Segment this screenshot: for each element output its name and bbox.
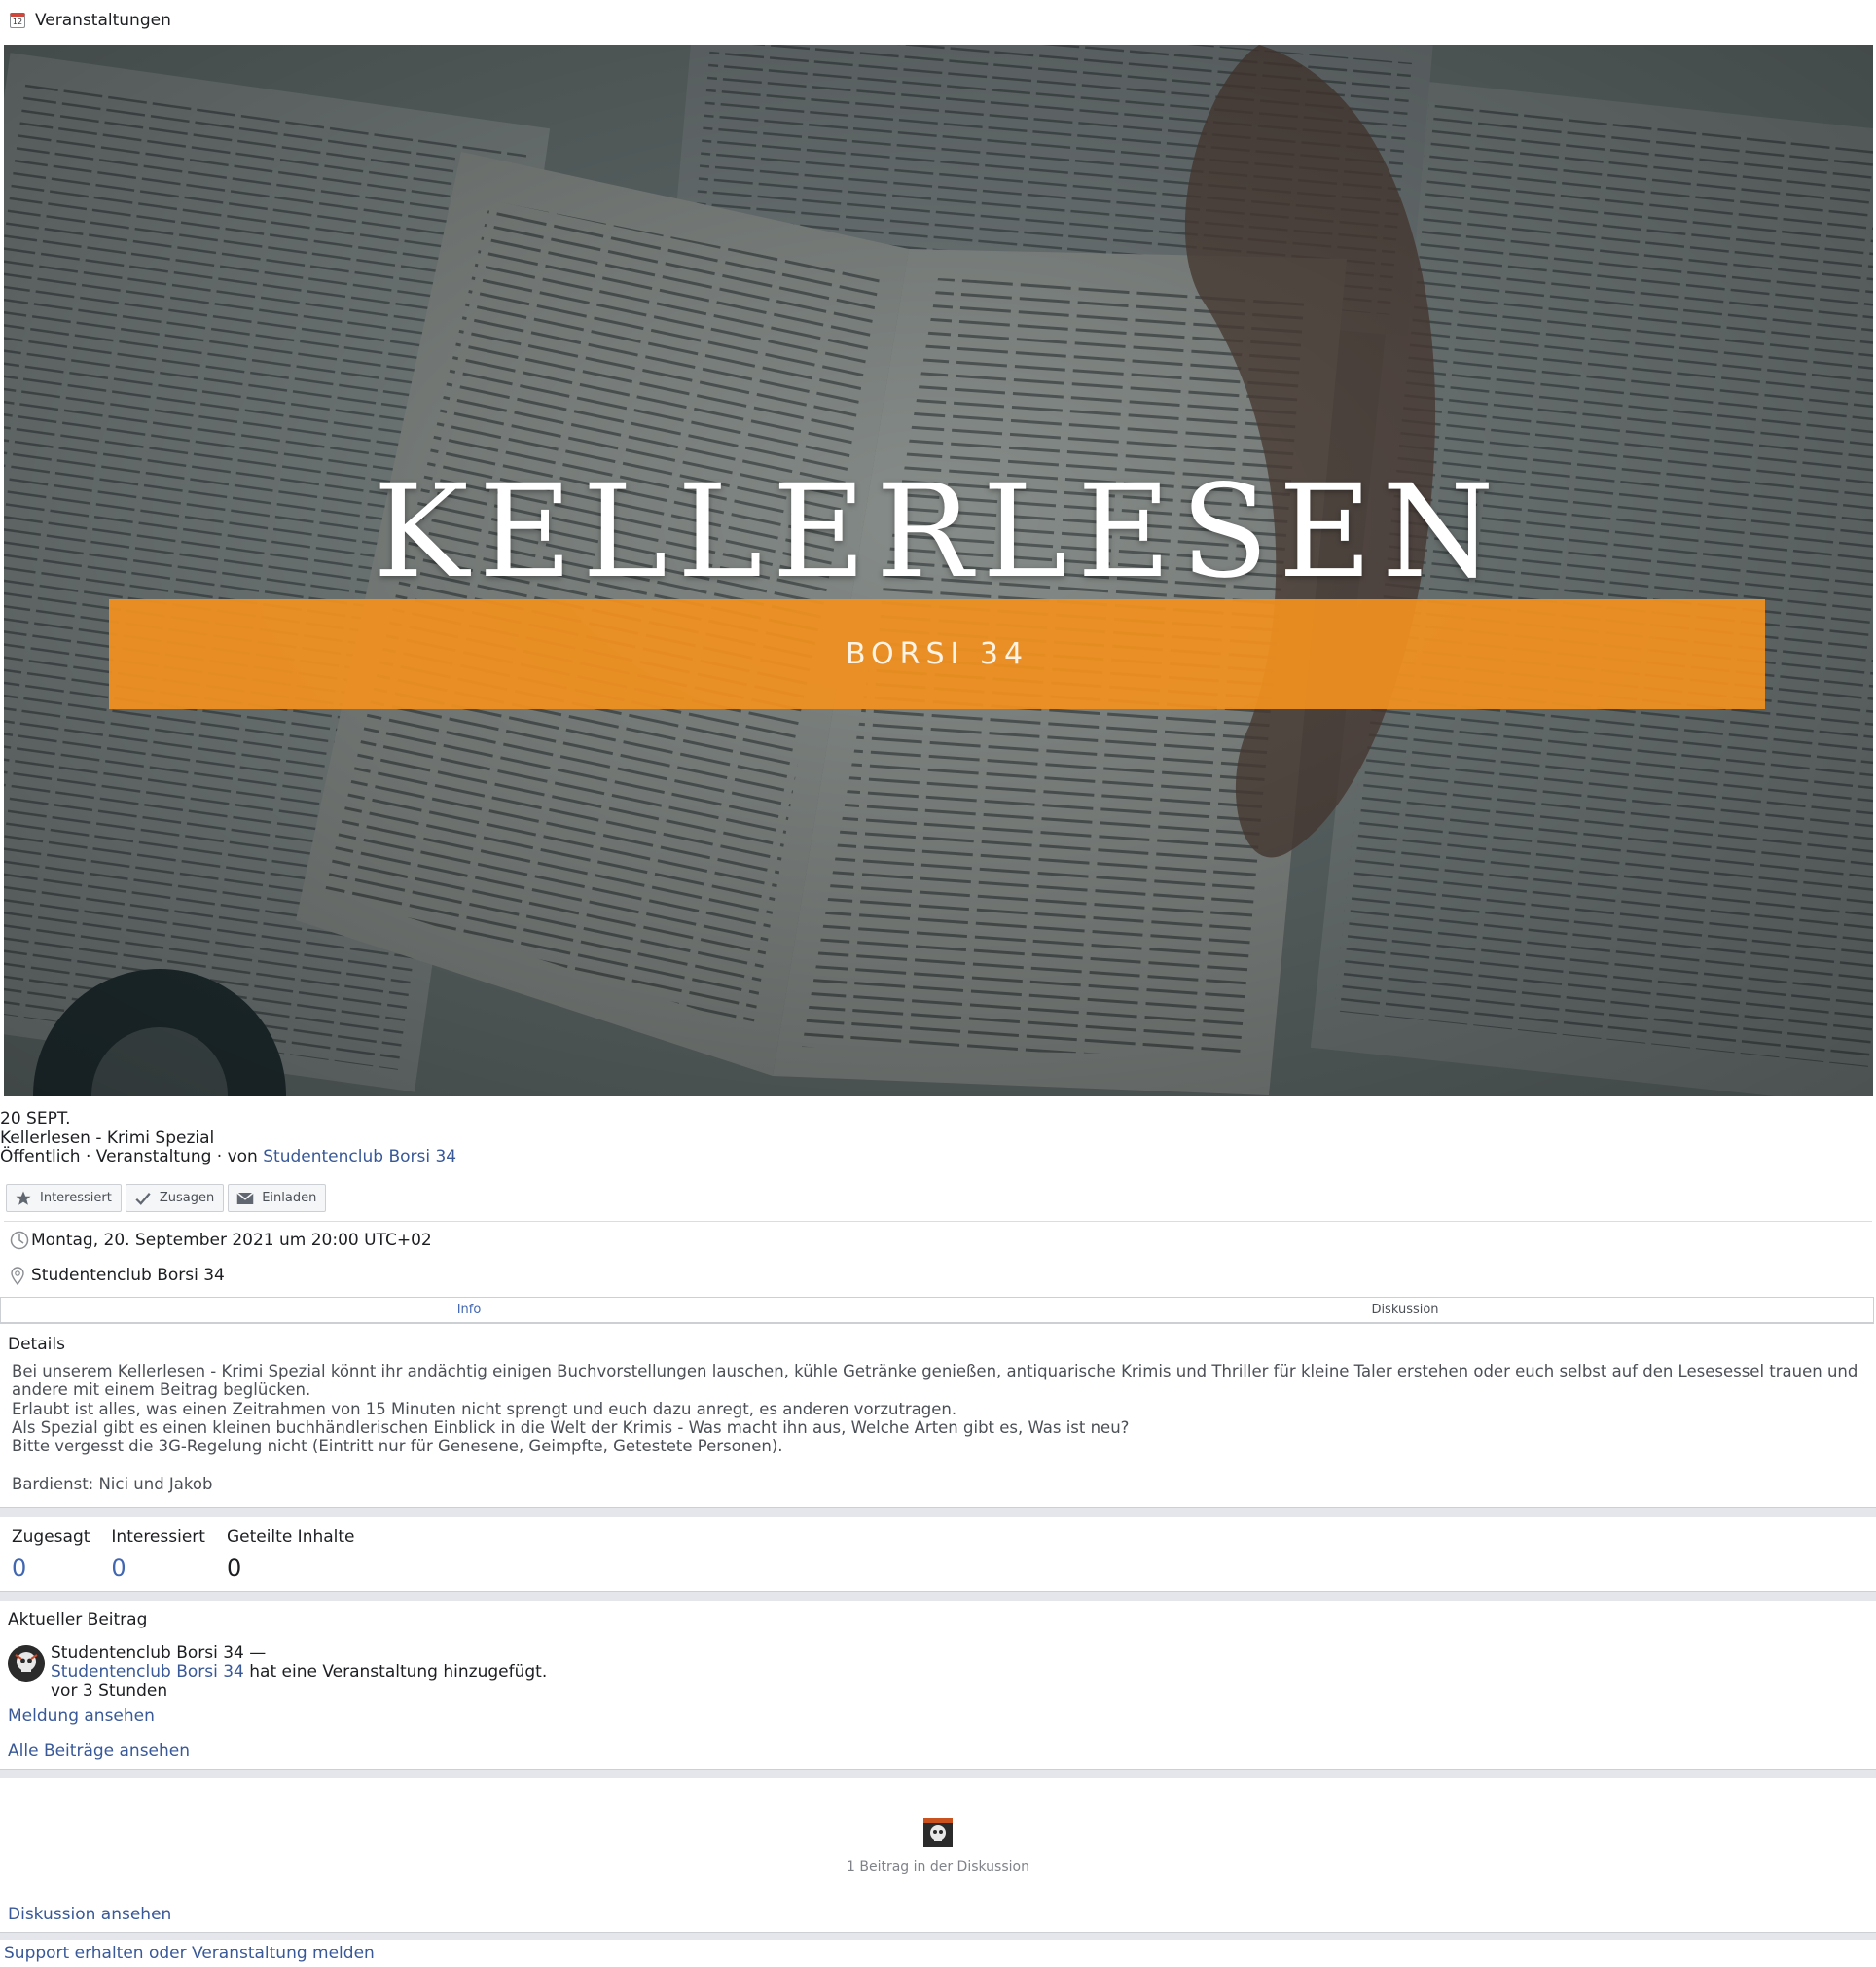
stat-interested-label: Interessiert: [111, 1527, 205, 1547]
stat-going-label: Zugesagt: [12, 1527, 90, 1547]
view-report-link[interactable]: Meldung ansehen: [8, 1706, 155, 1726]
cover-orange-strip: BORSI 34: [109, 599, 1765, 709]
page-title: Veranstaltungen: [35, 11, 171, 30]
location-pin-icon: [10, 1265, 31, 1286]
interested-button[interactable]: Interessiert: [6, 1184, 122, 1212]
top-bar: 12 Veranstaltungen: [0, 0, 1876, 41]
view-all-posts-link[interactable]: Alle Beiträge ansehen: [8, 1741, 190, 1761]
support-report-link[interactable]: Support erhalten oder Veranstaltung meld…: [4, 1944, 375, 1963]
section-separator: [0, 1507, 1876, 1517]
interested-label: Interessiert: [40, 1191, 112, 1205]
view-discussion-link[interactable]: Diskussion ansehen: [8, 1905, 171, 1924]
post-action-line: Studentenclub Borsi 34 hat eine Veransta…: [51, 1663, 547, 1683]
event-date: 20 SEPT.: [0, 1109, 71, 1128]
page-avatar[interactable]: [8, 1645, 45, 1682]
event-time-row: Montag, 20. September 2021 um 20:00 UTC+…: [10, 1230, 432, 1251]
post-actor-link[interactable]: Studentenclub Borsi 34: [51, 1663, 244, 1682]
star-icon: [15, 1190, 32, 1207]
event-host-link[interactable]: Studentenclub Borsi 34: [263, 1147, 456, 1166]
going-label: Zusagen: [159, 1191, 215, 1205]
event-cover-image: KELLERLESEN BORSI 34: [4, 45, 1873, 1096]
action-buttons: Interessiert Zusagen Einladen: [6, 1184, 327, 1212]
event-location-text: Studentenclub Borsi 34: [31, 1266, 225, 1285]
section-separator: [0, 1769, 1876, 1778]
stat-going[interactable]: Zugesagt 0: [12, 1527, 90, 1582]
stat-shares: Geteilte Inhalte 0: [227, 1527, 355, 1582]
event-location-row: Studentenclub Borsi 34: [10, 1265, 225, 1286]
post-dash: —: [243, 1643, 267, 1663]
discussion-avatar[interactable]: [923, 1818, 953, 1847]
post-timestamp: vor 3 Stunden: [51, 1681, 168, 1700]
event-name: Kellerlesen - Krimi Spezial: [0, 1127, 215, 1148]
stat-interested[interactable]: Interessiert 0: [111, 1527, 205, 1582]
invite-button[interactable]: Einladen: [228, 1184, 327, 1212]
post-author: Studentenclub Borsi 34: [51, 1643, 244, 1663]
clock-icon: [10, 1230, 31, 1251]
details-heading: Details: [8, 1335, 65, 1354]
calendar-icon: 12: [10, 13, 25, 28]
guest-stats: Zugesagt 0 Interessiert 0 Geteilte Inhal…: [12, 1527, 355, 1582]
cover-subtitle-text: BORSI 34: [845, 637, 1029, 671]
tab-info[interactable]: Info: [1, 1298, 937, 1322]
event-header: 20 SEPT. Kellerlesen - Krimi Spezial Öff…: [0, 1109, 456, 1167]
stat-going-count[interactable]: 0: [12, 1555, 90, 1582]
event-tabs: Info Diskussion: [0, 1297, 1874, 1324]
check-icon: [134, 1190, 152, 1207]
details-description: Bei unserem Kellerlesen - Krimi Spezial …: [12, 1362, 1858, 1493]
post-action-text: hat eine Veranstaltung hinzugefügt.: [243, 1662, 548, 1682]
cover-title-text: KELLERLESEN: [373, 457, 1504, 607]
recent-post: Studentenclub Borsi 34 — Studentenclub B…: [51, 1643, 547, 1701]
stat-interested-count[interactable]: 0: [111, 1555, 205, 1582]
going-button[interactable]: Zusagen: [125, 1184, 225, 1212]
post-author-line: Studentenclub Borsi 34 —: [51, 1643, 547, 1663]
stat-shares-label: Geteilte Inhalte: [226, 1527, 355, 1547]
event-time-text: Montag, 20. September 2021 um 20:00 UTC+…: [31, 1231, 432, 1250]
recent-post-heading: Aktueller Beitrag: [8, 1610, 148, 1629]
event-meta: Öffentlich · Veranstaltung · von Student…: [0, 1147, 456, 1167]
invite-label: Einladen: [262, 1191, 317, 1205]
divider: [4, 1221, 1872, 1222]
event-visibility: Öffentlich · Veranstaltung · von: [0, 1147, 264, 1166]
stat-shares-count: 0: [226, 1555, 242, 1582]
envelope-icon: [236, 1190, 254, 1207]
section-separator: [0, 1932, 1876, 1940]
section-separator: [0, 1591, 1876, 1601]
discussion-count: 1 Beitrag in der Diskussion: [847, 1859, 1029, 1875]
tab-discussion[interactable]: Diskussion: [937, 1298, 1873, 1322]
